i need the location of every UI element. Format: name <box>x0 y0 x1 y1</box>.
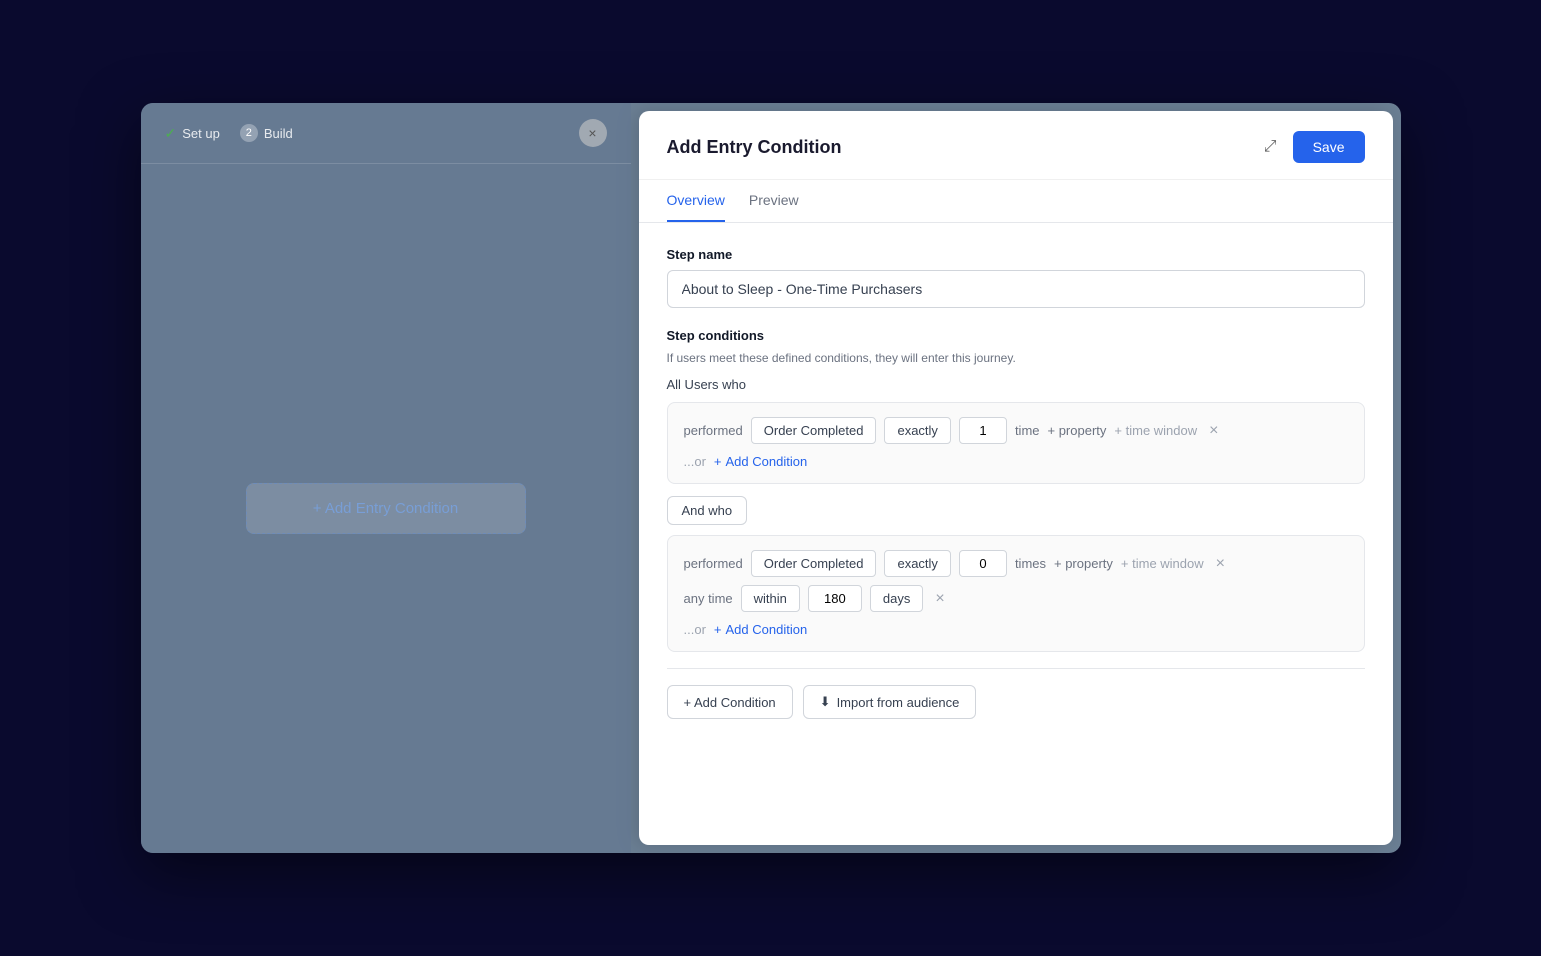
remove-condition-btn-2[interactable]: × <box>1212 556 1229 572</box>
import-icon: ⬇ <box>820 694 831 710</box>
within-btn[interactable]: within <box>741 585 800 612</box>
add-condition-inner-label-2: Add Condition <box>726 622 808 637</box>
conditions-subtitle: If users meet these defined conditions, … <box>667 351 1365 365</box>
bottom-actions: + Add Condition ⬇ Import from audience <box>667 668 1365 719</box>
step-conditions-title: Step conditions <box>667 328 1365 343</box>
remove-condition-btn-1[interactable]: × <box>1205 423 1222 439</box>
left-content: + Add Entry Condition <box>141 164 631 853</box>
save-button[interactable]: Save <box>1293 131 1365 163</box>
condition-row-1: performed Order Completed exactly time +… <box>684 417 1348 444</box>
modal-panel: Add Entry Condition ⤢ Save Overview Prev… <box>639 111 1393 845</box>
condition-block-1: performed Order Completed exactly time +… <box>667 402 1365 484</box>
remove-time-window-btn[interactable]: × <box>931 591 948 607</box>
time-row-2: any time within days × <box>684 585 1348 612</box>
time-label-1: time <box>1015 423 1040 438</box>
plus-icon-1: + <box>714 454 722 469</box>
days-btn[interactable]: days <box>870 585 923 612</box>
step2-number: 2 <box>240 124 258 142</box>
add-condition-inner-btn-2[interactable]: + Add Condition <box>714 622 807 637</box>
or-row-2: ...or + Add Condition <box>684 622 1348 637</box>
condition-row-2: performed Order Completed exactly times … <box>684 550 1348 577</box>
plus-icon-2: + <box>714 622 722 637</box>
step-2-item: 2 Build <box>240 124 293 142</box>
add-entry-label: + Add Entry Condition <box>313 500 459 517</box>
tab-overview[interactable]: Overview <box>667 180 725 222</box>
import-from-audience-button[interactable]: ⬇ Import from audience <box>803 685 977 719</box>
operator-btn-1[interactable]: exactly <box>884 417 950 444</box>
or-label-2: ...or <box>684 622 706 637</box>
count-input-2[interactable] <box>959 550 1007 577</box>
close-button[interactable]: × <box>579 119 607 147</box>
step-conditions-section: Step conditions If users meet these defi… <box>667 328 1365 652</box>
expand-button[interactable]: ⤢ <box>1260 134 1281 160</box>
step1-check-icon: ✓ <box>165 125 177 142</box>
screen-container: ✓ Set up 2 Build × + Add Entry Condition… <box>141 103 1401 853</box>
add-entry-condition-button[interactable]: + Add Entry Condition <box>246 483 526 534</box>
top-bar: ✓ Set up 2 Build × <box>141 103 631 164</box>
tab-preview[interactable]: Preview <box>749 180 799 222</box>
modal-title: Add Entry Condition <box>667 137 1260 158</box>
close-icon: × <box>588 125 596 141</box>
expand-icon: ⤢ <box>1264 138 1277 155</box>
count-input-1[interactable] <box>959 417 1007 444</box>
step2-label: Build <box>264 126 293 141</box>
add-condition-bottom-button[interactable]: + Add Condition <box>667 685 793 719</box>
add-condition-inner-label-1: Add Condition <box>726 454 808 469</box>
all-users-label: All Users who <box>667 377 1365 392</box>
condition-block-2: performed Order Completed exactly times … <box>667 535 1365 652</box>
step-name-label: Step name <box>667 247 1365 262</box>
any-time-label: any time <box>684 591 733 606</box>
days-value-input[interactable] <box>808 585 862 612</box>
add-property-link-2[interactable]: + property <box>1054 556 1113 571</box>
add-property-link-1[interactable]: + property <box>1048 423 1107 438</box>
or-row-1: ...or + Add Condition <box>684 454 1348 469</box>
event-btn-1[interactable]: Order Completed <box>751 417 877 444</box>
import-label: Import from audience <box>837 695 960 710</box>
step1-label: Set up <box>182 126 220 141</box>
performed-label-1: performed <box>684 423 743 438</box>
add-condition-bottom-label: + Add Condition <box>684 695 776 710</box>
event-btn-2[interactable]: Order Completed <box>751 550 877 577</box>
left-panel: ✓ Set up 2 Build × + Add Entry Condition <box>141 103 631 853</box>
or-label-1: ...or <box>684 454 706 469</box>
step-name-input[interactable] <box>667 270 1365 308</box>
modal-body: Step name Step conditions If users meet … <box>639 223 1393 845</box>
add-time-window-link-2[interactable]: + time window <box>1121 556 1204 571</box>
step-1-item: ✓ Set up <box>165 125 220 142</box>
and-who-button[interactable]: And who <box>667 496 748 525</box>
add-condition-inner-btn-1[interactable]: + Add Condition <box>714 454 807 469</box>
performed-label-2: performed <box>684 556 743 571</box>
time-label-2: times <box>1015 556 1046 571</box>
modal-header: Add Entry Condition ⤢ Save <box>639 111 1393 180</box>
operator-btn-2[interactable]: exactly <box>884 550 950 577</box>
add-time-window-link-1[interactable]: + time window <box>1114 423 1197 438</box>
tabs-bar: Overview Preview <box>639 180 1393 223</box>
